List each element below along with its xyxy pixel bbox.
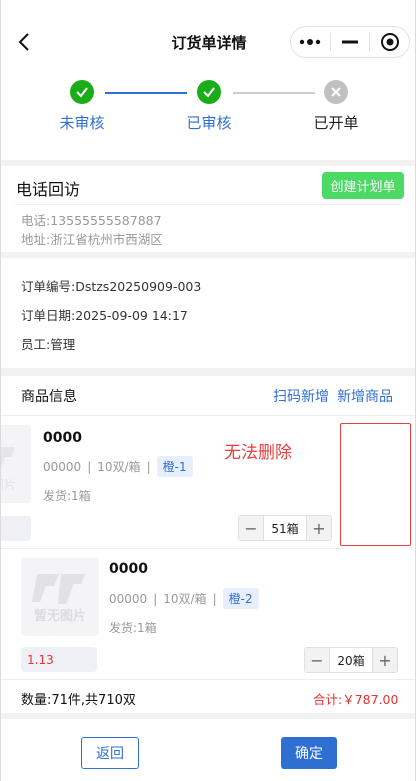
minus-button[interactable]: − <box>305 648 329 672</box>
approval-steps: 未审核 已审核 已开单 <box>1 76 415 160</box>
annotation-box <box>340 423 411 546</box>
app-frame: 订货单详情 未审核 已审核 已开单 电话回访 创建计划单 电话:13555555… <box>0 0 416 781</box>
create-plan-button[interactable]: 创建计划单 <box>322 172 404 199</box>
plus-button[interactable]: + <box>307 516 331 540</box>
product-code: 00000 <box>43 459 82 474</box>
product-name: 0000 <box>43 430 82 446</box>
product-meta: 00000 | 10双/箱 | 橙-2 <box>109 588 259 609</box>
product-thumbnail: 暂无图片 <box>21 558 99 636</box>
close-icon <box>324 80 348 104</box>
meta-separator: | <box>87 459 92 474</box>
quantity-stepper: − 20箱 + <box>304 647 398 673</box>
product-pack: 10双/箱 <box>97 460 141 474</box>
svg-text:暂无图片: 暂无图片 <box>34 608 86 624</box>
callback-title: 电话回访 <box>16 180 81 199</box>
mini-program-capsule <box>290 26 410 58</box>
step-unreviewed: 未审核 <box>42 80 122 133</box>
product-shipped: 发货:1箱 <box>43 489 91 503</box>
products-title: 商品信息 <box>21 389 77 405</box>
meta-separator: | <box>212 591 217 606</box>
order-date: 订单日期:2025-09-09 14:17 <box>21 308 188 323</box>
section-divider <box>1 160 415 166</box>
confirm-button[interactable]: 确定 <box>281 737 337 769</box>
quantity-value[interactable]: 20箱 <box>329 648 373 672</box>
step-label: 已开单 <box>313 114 359 132</box>
svg-text:暂无图片: 暂无图片 <box>0 478 16 492</box>
quantity-stepper: − 51箱 + <box>238 515 332 541</box>
price-field[interactable] <box>1 516 31 541</box>
annotation-text: 无法删除 <box>224 443 292 463</box>
price-field[interactable]: 1.13 <box>21 647 97 672</box>
product-pack: 10双/箱 <box>163 592 207 606</box>
step-invoiced: 已开单 <box>296 80 376 133</box>
divider <box>1 415 415 416</box>
order-number: 订单编号:Dstzs20250909-003 <box>21 279 202 294</box>
product-meta: 00000 | 10双/箱 | 橙-1 <box>43 456 193 477</box>
divider <box>15 204 401 205</box>
product-name: 0000 <box>109 561 148 577</box>
color-tag: 橙-2 <box>222 588 259 609</box>
minus-button[interactable]: − <box>239 516 263 540</box>
scan-add-link[interactable]: 扫码新增 <box>273 386 329 406</box>
meta-separator: | <box>153 591 158 606</box>
phone-text: 电话:13555555587887 <box>21 213 162 228</box>
minimize-icon[interactable] <box>331 27 370 57</box>
product-thumbnail: 暂无图片 <box>0 425 31 503</box>
divider <box>1 548 345 549</box>
meta-separator: | <box>146 459 151 474</box>
summary-total: 合计:￥787.00 <box>313 692 399 707</box>
summary-count: 数量:71件,共710双 <box>21 693 136 708</box>
close-target-icon[interactable] <box>370 27 409 57</box>
order-staff: 员工:管理 <box>21 337 76 352</box>
quantity-value[interactable]: 51箱 <box>263 516 307 540</box>
step-label: 未审核 <box>59 114 105 132</box>
footer-bar <box>1 719 415 781</box>
section-divider <box>1 368 415 376</box>
product-code: 00000 <box>109 591 148 606</box>
add-product-link[interactable]: 新增商品 <box>337 386 393 406</box>
check-icon <box>70 80 94 104</box>
color-tag: 橙-1 <box>156 456 193 477</box>
step-reviewed: 已审核 <box>169 80 249 133</box>
divider <box>1 679 415 680</box>
more-icon[interactable] <box>291 27 330 57</box>
product-shipped: 发货:1箱 <box>109 621 157 635</box>
section-divider <box>1 252 415 258</box>
nav-bar: 订货单详情 <box>1 0 415 84</box>
back-button[interactable]: 返回 <box>81 737 139 769</box>
check-icon <box>197 80 221 104</box>
plus-button[interactable]: + <box>373 648 397 672</box>
address-text: 地址:浙江省杭州市西湖区 <box>21 232 163 247</box>
step-label: 已审核 <box>186 114 232 132</box>
